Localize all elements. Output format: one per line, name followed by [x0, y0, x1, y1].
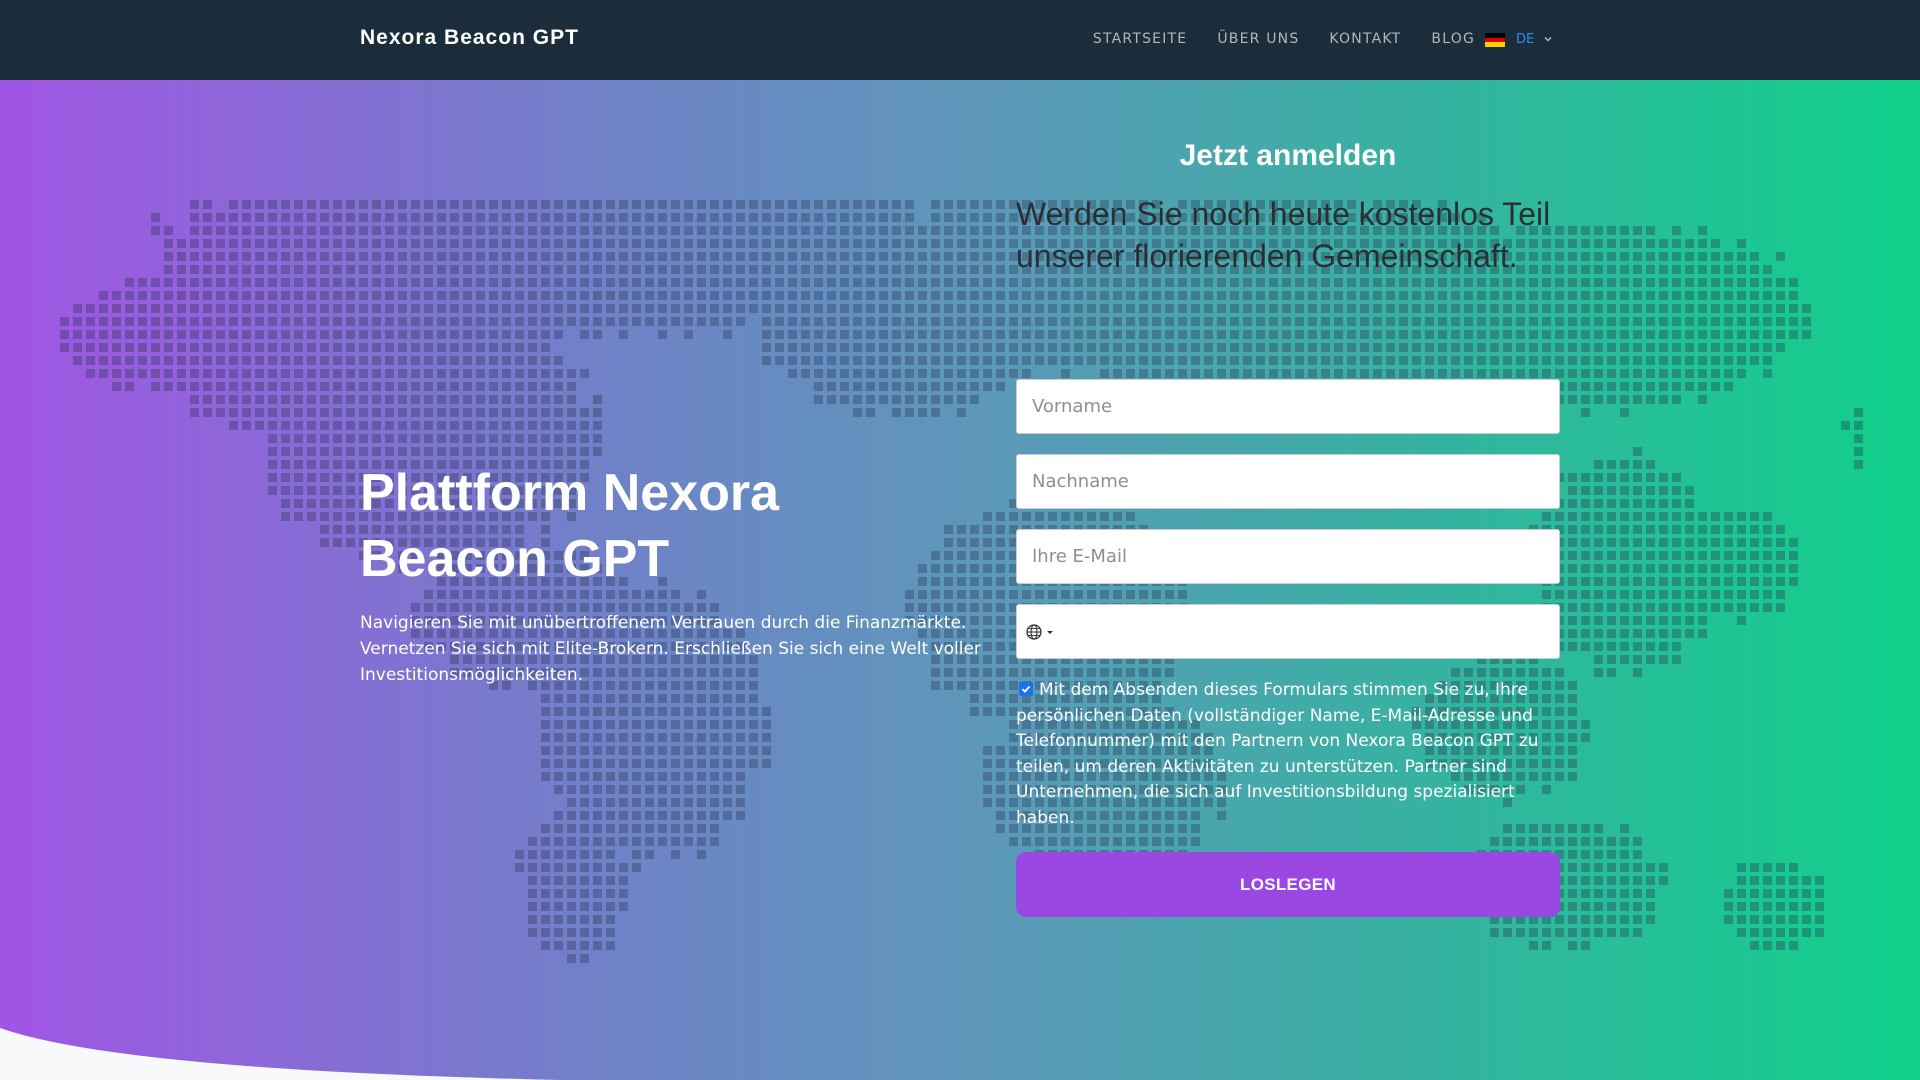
nav-link-blog[interactable]: BLOG	[1431, 31, 1475, 47]
checkmark-icon	[1021, 685, 1031, 693]
caret-down-icon	[1047, 631, 1053, 634]
lastname-input[interactable]	[1016, 454, 1560, 509]
hero-subtitle: Navigieren Sie mit unübertroffenem Vertr…	[360, 613, 981, 685]
form-title: Jetzt anmelden	[1179, 139, 1397, 172]
form-lead: Werden Sie noch heute kostenlos Teil uns…	[1016, 196, 1551, 274]
phone-field	[1016, 604, 1560, 659]
chevron-down-icon	[1544, 36, 1552, 42]
bottom-wave	[0, 1028, 560, 1080]
language-selector[interactable]: DE	[1485, 31, 1553, 48]
hero-section: Plattform Nexora Beacon GPT Navigieren S…	[0, 80, 1920, 1080]
submit-button[interactable]: LOSLEGEN	[1016, 852, 1560, 917]
hero-title: Plattform Nexora Beacon GPT	[360, 460, 880, 592]
firstname-input[interactable]	[1016, 379, 1560, 434]
top-navbar: Nexora Beacon GPT STARTSEITE ÜBER UNS KO…	[0, 0, 1920, 80]
germany-flag-icon	[1485, 33, 1505, 48]
phone-country-selector[interactable]	[1025, 623, 1055, 641]
nav-link-ueber-uns[interactable]: ÜBER UNS	[1217, 31, 1299, 47]
brand-logo-text[interactable]: Nexora Beacon GPT	[360, 26, 579, 50]
consent-block: Mit dem Absenden dieses Formulars stimme…	[1016, 678, 1556, 831]
consent-text: Mit dem Absenden dieses Formulars stimme…	[1016, 680, 1539, 828]
globe-icon	[1026, 624, 1042, 640]
world-map-dots	[60, 200, 1863, 963]
language-code: DE	[1516, 31, 1535, 47]
nav-link-startseite[interactable]: STARTSEITE	[1093, 31, 1187, 47]
nav-link-kontakt[interactable]: KONTAKT	[1329, 31, 1401, 47]
nav-links: STARTSEITE ÜBER UNS KONTAKT BLOG	[1063, 31, 1475, 47]
hero-title-regular: Plattform	[360, 464, 603, 522]
phone-input[interactable]	[1069, 605, 1557, 658]
consent-checkbox[interactable]	[1019, 682, 1033, 696]
email-input[interactable]	[1016, 529, 1560, 584]
